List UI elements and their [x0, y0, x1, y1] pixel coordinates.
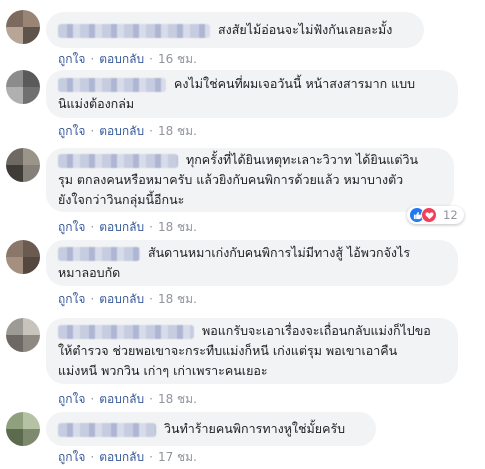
- comment-bubble: สงสัยไม้อ่อนจะไม่ฟังกันเลยละมั้ง: [46, 12, 424, 48]
- avatar[interactable]: [6, 318, 40, 352]
- comment-actions: ถูกใจ · ตอบกลับ · 17 ชม.: [58, 450, 197, 464]
- like-link[interactable]: ถูกใจ: [58, 292, 85, 306]
- avatar[interactable]: [6, 70, 40, 104]
- commenter-name[interactable]: [58, 23, 210, 38]
- comment-text-line: รุม ตกลงคนหรือหมาครับ แล้วยิงกับคนพิการด…: [58, 172, 404, 187]
- timestamp[interactable]: 18 ชม.: [158, 124, 197, 138]
- comment-actions: ถูกใจ · ตอบกลับ · 18 ชม.: [58, 124, 197, 138]
- comment-text-line: สันดานหมาเก่งกับคนพิการไม่มีทางสู้ ไอ้พว…: [148, 245, 411, 260]
- like-link[interactable]: ถูกใจ: [58, 392, 85, 406]
- reply-link[interactable]: ตอบกลับ: [99, 392, 144, 406]
- like-link[interactable]: ถูกใจ: [58, 220, 85, 234]
- comment-text-line: ให้ตำรวจ ช่วยพอเขาจะกระทืบแม่งก็หนี เก่ง…: [58, 343, 398, 358]
- comment-text: วินทำร้ายคนพิการทางหูใช่มั้ยครับ: [164, 421, 346, 436]
- comment-actions: ถูกใจ · ตอบกลับ · 18 ชม.: [58, 392, 197, 406]
- reply-link[interactable]: ตอบกลับ: [99, 52, 144, 66]
- avatar[interactable]: [6, 10, 40, 44]
- comment-actions: ถูกใจ · ตอบกลับ · 18 ชม.: [58, 292, 197, 306]
- timestamp[interactable]: 18 ชม.: [158, 392, 197, 406]
- reply-link[interactable]: ตอบกลับ: [99, 450, 144, 464]
- comment-text-line: นิแม่งต้องกล่ม: [58, 96, 135, 111]
- comment-text-line: แม่งหนี พวกวิน เก่าๆ เก่าเพราะคนเยอะ: [58, 363, 268, 378]
- commenter-name[interactable]: [58, 153, 178, 168]
- comment-text-line: หมาลอบกัด: [58, 265, 121, 280]
- reply-link[interactable]: ตอบกลับ: [99, 292, 144, 306]
- avatar[interactable]: [6, 412, 40, 446]
- reaction-count: 12: [443, 208, 458, 222]
- timestamp[interactable]: 18 ชม.: [158, 292, 197, 306]
- comment-text-line: คงไม่ใช่คนที่ผมเจอวันนี้ หน้าสงสารมาก แบ…: [174, 76, 416, 91]
- avatar[interactable]: [6, 148, 40, 182]
- comment-bubble: พอแกรับจะเอาเรื่องจะเถื่อนกลับแม่งก็ไปขอ…: [46, 318, 458, 384]
- comment-bubble: สันดานหมาเก่งกับคนพิการไม่มีทางสู้ ไอ้พว…: [46, 240, 458, 286]
- comment-actions: ถูกใจ · ตอบกลับ · 18 ชม.: [58, 220, 197, 234]
- comment-text-line: ทุกครั้งที่ได้ยินเหตุทะเลาะวิวาท ได้ยินแ…: [186, 152, 419, 167]
- timestamp[interactable]: 17 ชม.: [158, 450, 197, 464]
- heart-icon: [421, 207, 437, 223]
- commenter-name[interactable]: [58, 422, 156, 437]
- like-link[interactable]: ถูกใจ: [58, 124, 85, 138]
- reply-link[interactable]: ตอบกลับ: [99, 124, 144, 138]
- comment-text: สงสัยไม้อ่อนจะไม่ฟังกันเลยละมั้ง: [218, 22, 393, 37]
- commenter-name[interactable]: [58, 246, 140, 261]
- timestamp[interactable]: 18 ชม.: [158, 220, 197, 234]
- reactions-summary[interactable]: 12: [407, 206, 464, 224]
- commenter-name[interactable]: [58, 77, 166, 92]
- comment-actions: ถูกใจ · ตอบกลับ · 16 ชม.: [58, 52, 197, 66]
- commenter-name[interactable]: [58, 324, 194, 339]
- like-link[interactable]: ถูกใจ: [58, 450, 85, 464]
- comment-bubble: ทุกครั้งที่ได้ยินเหตุทะเลาะวิวาท ได้ยินแ…: [46, 148, 454, 212]
- comment-bubble: คงไม่ใช่คนที่ผมเจอวันนี้ หน้าสงสารมาก แบ…: [46, 70, 458, 118]
- avatar[interactable]: [6, 240, 40, 274]
- like-link[interactable]: ถูกใจ: [58, 52, 85, 66]
- reply-link[interactable]: ตอบกลับ: [99, 220, 144, 234]
- comment-text-line: พอแกรับจะเอาเรื่องจะเถื่อนกลับแม่งก็ไปขอ: [202, 323, 431, 338]
- timestamp[interactable]: 16 ชม.: [158, 52, 197, 66]
- comment-bubble: วินทำร้ายคนพิการทางหูใช่มั้ยครับ: [46, 412, 376, 446]
- comment-text-line: ยังใจกว่าวินกลุ่มนี้อีกนะ: [58, 192, 185, 207]
